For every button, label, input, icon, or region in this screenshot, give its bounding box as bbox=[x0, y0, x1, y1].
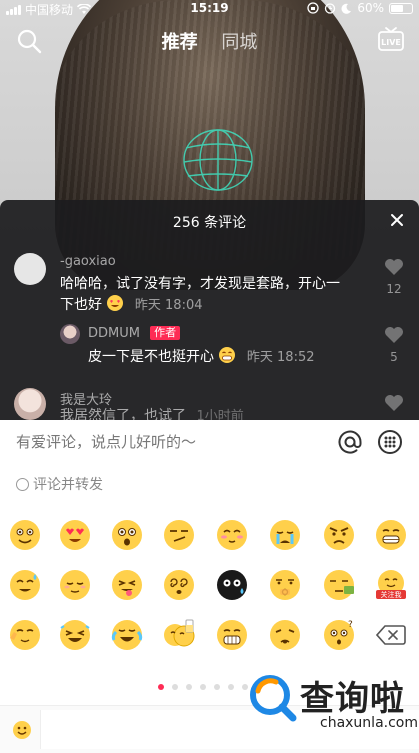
angry-emoji-icon[interactable] bbox=[322, 518, 356, 552]
comment-input[interactable] bbox=[16, 430, 316, 454]
comment-time: 昨天 18:04 bbox=[134, 298, 203, 313]
comment-username[interactable]: -gaoxiao bbox=[60, 254, 116, 269]
emoji-grid-icon[interactable] bbox=[377, 429, 403, 455]
orientation-lock-icon bbox=[307, 2, 319, 14]
top-navigation: 推荐 同城 LIVE bbox=[0, 24, 419, 58]
comment-text-body: 我居然信了，也试了 bbox=[60, 408, 186, 420]
comment-item: -gaoxiao 哈哈哈，试了没有字，才发现是套路，开心一 下也好 昨天 18:… bbox=[0, 250, 419, 320]
page-dot[interactable] bbox=[227, 684, 234, 690]
follow-me-emoji-icon[interactable]: 关注我 bbox=[374, 568, 408, 602]
tab-nearby[interactable]: 同城 bbox=[221, 28, 257, 54]
watermark-title: 查询啦 bbox=[300, 679, 405, 719]
page-dot[interactable] bbox=[199, 684, 206, 690]
live-label: LIVE bbox=[381, 38, 401, 47]
status-bar: 中国移动 15:19 60% bbox=[0, 0, 419, 18]
comment-time: 昨天 18:52 bbox=[246, 350, 315, 365]
watermark-url: chaxunla.com bbox=[320, 715, 418, 731]
watermark: 查询啦 chaxunla.com bbox=[244, 665, 419, 753]
page-dot[interactable] bbox=[213, 684, 220, 690]
page-dot[interactable] bbox=[171, 684, 178, 690]
point-up-emoji-icon[interactable] bbox=[8, 618, 42, 652]
emoji-row: ? bbox=[0, 618, 419, 662]
heart-eyes-emoji-icon bbox=[107, 295, 124, 311]
moon-icon bbox=[341, 3, 352, 14]
battery-percent: 60% bbox=[357, 1, 384, 15]
page-dot[interactable] bbox=[185, 684, 192, 690]
avatar[interactable] bbox=[14, 388, 46, 420]
emoji-row: 关注我 bbox=[0, 568, 419, 612]
sweat-smile-emoji-icon[interactable] bbox=[8, 568, 42, 602]
magnifier-logo-icon bbox=[250, 675, 297, 722]
black-face-emoji-icon[interactable] bbox=[215, 568, 249, 602]
like-count: 5 bbox=[390, 350, 398, 364]
laugh-cry-emoji-icon[interactable] bbox=[110, 618, 144, 652]
avatar[interactable] bbox=[14, 253, 46, 285]
comment-text-line1: 哈哈哈，试了没有字，才发现是套路，开心一 bbox=[60, 276, 340, 292]
thinking-emoji-icon[interactable] bbox=[268, 568, 302, 602]
surprised-emoji-icon[interactable] bbox=[110, 518, 144, 552]
live-tv-icon[interactable]: LIVE bbox=[377, 26, 405, 52]
battery-icon bbox=[389, 2, 413, 14]
svg-text:?: ? bbox=[348, 620, 353, 630]
comment-text: 哈哈哈，试了没有字，才发现是套路，开心一 下也好 昨天 18:04 bbox=[60, 274, 380, 316]
grin-emoji-icon[interactable] bbox=[374, 518, 408, 552]
comment-text: 我居然信了，也试了 1小时前 bbox=[60, 406, 380, 420]
cheers-emoji-icon[interactable] bbox=[162, 618, 196, 652]
like-count: 12 bbox=[386, 282, 402, 296]
comments-panel: 256 条评论 -gaoxiao 哈哈哈，试了没有字，才发现是套路，开心一 下也… bbox=[0, 200, 419, 420]
svg-text:关注我: 关注我 bbox=[381, 590, 402, 599]
money-face-emoji-icon[interactable] bbox=[322, 568, 356, 602]
page-dot[interactable] bbox=[157, 684, 164, 690]
avatar[interactable] bbox=[60, 324, 80, 344]
repost-radio[interactable] bbox=[16, 477, 29, 491]
grin-emoji-icon bbox=[219, 347, 236, 363]
default-emoji-tab-icon[interactable] bbox=[12, 720, 32, 740]
tab-recommend[interactable]: 推荐 bbox=[162, 28, 198, 54]
heart-icon bbox=[385, 395, 403, 411]
question-emoji-icon[interactable]: ? bbox=[322, 618, 356, 652]
wink-laugh-emoji-icon[interactable] bbox=[58, 618, 92, 652]
smirk-emoji-icon[interactable] bbox=[162, 518, 196, 552]
cry-emoji-icon[interactable] bbox=[268, 518, 302, 552]
author-badge: 作者 bbox=[150, 326, 181, 340]
like-button[interactable] bbox=[383, 394, 405, 416]
close-icon[interactable] bbox=[389, 212, 405, 228]
heart-icon bbox=[385, 327, 403, 343]
dizzy-emoji-icon[interactable] bbox=[162, 568, 196, 602]
repost-toggle[interactable]: 评论并转发 bbox=[16, 474, 103, 494]
tongue-emoji-icon[interactable] bbox=[110, 568, 144, 602]
comments-count-title: 256 条评论 bbox=[172, 215, 247, 231]
comment-text-body: 皮一下是不也挺开心 bbox=[88, 349, 214, 365]
like-button[interactable]: 5 bbox=[383, 326, 405, 364]
heart-icon bbox=[385, 259, 403, 275]
smile-emoji-icon[interactable] bbox=[8, 518, 42, 552]
comment-username[interactable]: DDMUM 作者 bbox=[88, 326, 181, 341]
backspace-icon[interactable] bbox=[375, 624, 406, 646]
alarm-icon bbox=[325, 3, 336, 14]
bare-teeth-emoji-icon[interactable] bbox=[215, 618, 249, 652]
comment-text: 皮一下是不也挺开心 昨天 18:52 bbox=[88, 346, 368, 368]
emoji-row bbox=[0, 518, 419, 562]
tired-emoji-icon[interactable] bbox=[268, 618, 302, 652]
input-row bbox=[0, 420, 419, 464]
comment-reply-item: DDMUM 作者 皮一下是不也挺开心 昨天 18:52 5 bbox=[0, 322, 419, 372]
comment-time: 1小时前 bbox=[196, 409, 244, 420]
content-emoji-icon[interactable] bbox=[58, 568, 92, 602]
comment-item: 我是大玲 我居然信了，也试了 1小时前 bbox=[0, 386, 419, 420]
feed-tabs: 推荐 同城 bbox=[0, 28, 419, 54]
comment-username-text: DDMUM bbox=[88, 326, 140, 341]
comment-text-line2: 下也好 bbox=[60, 297, 102, 313]
face-tracking-grid-icon bbox=[183, 129, 253, 191]
mention-at-icon[interactable] bbox=[337, 429, 363, 455]
like-button[interactable]: 12 bbox=[383, 258, 405, 296]
heart-eyes-emoji-icon[interactable] bbox=[58, 518, 92, 552]
shy-emoji-icon[interactable] bbox=[215, 518, 249, 552]
repost-label: 评论并转发 bbox=[33, 477, 103, 493]
